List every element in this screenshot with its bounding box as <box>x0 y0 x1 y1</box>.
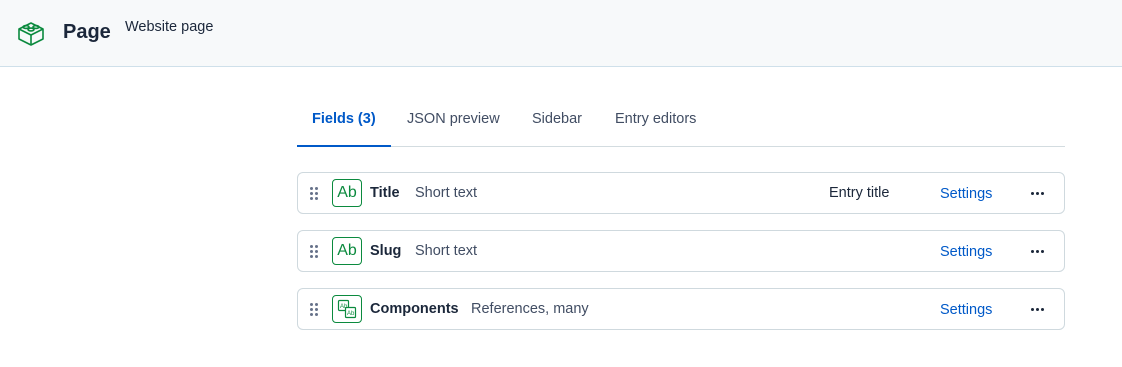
page-header: Page Website page <box>0 0 1122 67</box>
tab-sidebar[interactable]: Sidebar <box>532 111 582 127</box>
field-type: Short text <box>415 243 478 259</box>
svg-text:Ab: Ab <box>347 311 355 317</box>
settings-button[interactable]: Settings <box>940 302 992 318</box>
field-name: Components <box>370 301 459 317</box>
active-tab-indicator <box>297 145 391 147</box>
svg-text:Ab: Ab <box>340 304 348 310</box>
field-name: Title <box>370 185 400 201</box>
references-icon: Ab Ab <box>332 295 362 323</box>
field-row-slug[interactable]: Ab Slug Short text Settings <box>297 230 1065 272</box>
field-row-title[interactable]: Ab Title Short text Entry title Settings <box>297 172 1065 214</box>
drag-handle-icon[interactable] <box>310 187 318 200</box>
settings-button[interactable]: Settings <box>940 186 992 202</box>
text-icon: Ab <box>332 179 362 207</box>
drag-handle-icon[interactable] <box>310 245 318 258</box>
settings-button[interactable]: Settings <box>940 244 992 260</box>
more-options-icon[interactable] <box>1026 241 1050 261</box>
drag-handle-icon[interactable] <box>310 303 318 316</box>
field-name: Slug <box>370 243 402 259</box>
tab-entry-editors[interactable]: Entry editors <box>615 111 696 127</box>
tab-json-preview[interactable]: JSON preview <box>407 111 500 127</box>
tab-bar: Fields (3) JSON preview Sidebar Entry ed… <box>297 100 1065 147</box>
field-type: References, many <box>471 301 589 317</box>
entry-title-badge: Entry title <box>829 185 890 201</box>
more-options-icon[interactable] <box>1026 183 1050 203</box>
field-row-components[interactable]: Ab Ab Components References, many Settin… <box>297 288 1065 330</box>
text-icon: Ab <box>332 237 362 265</box>
cube-icon <box>16 18 46 48</box>
more-options-icon[interactable] <box>1026 299 1050 319</box>
content-type-description: Website page <box>125 19 214 35</box>
field-type: Short text <box>415 185 478 201</box>
content-type-name: Page <box>63 21 111 43</box>
tab-fields[interactable]: Fields (3) <box>312 111 376 127</box>
